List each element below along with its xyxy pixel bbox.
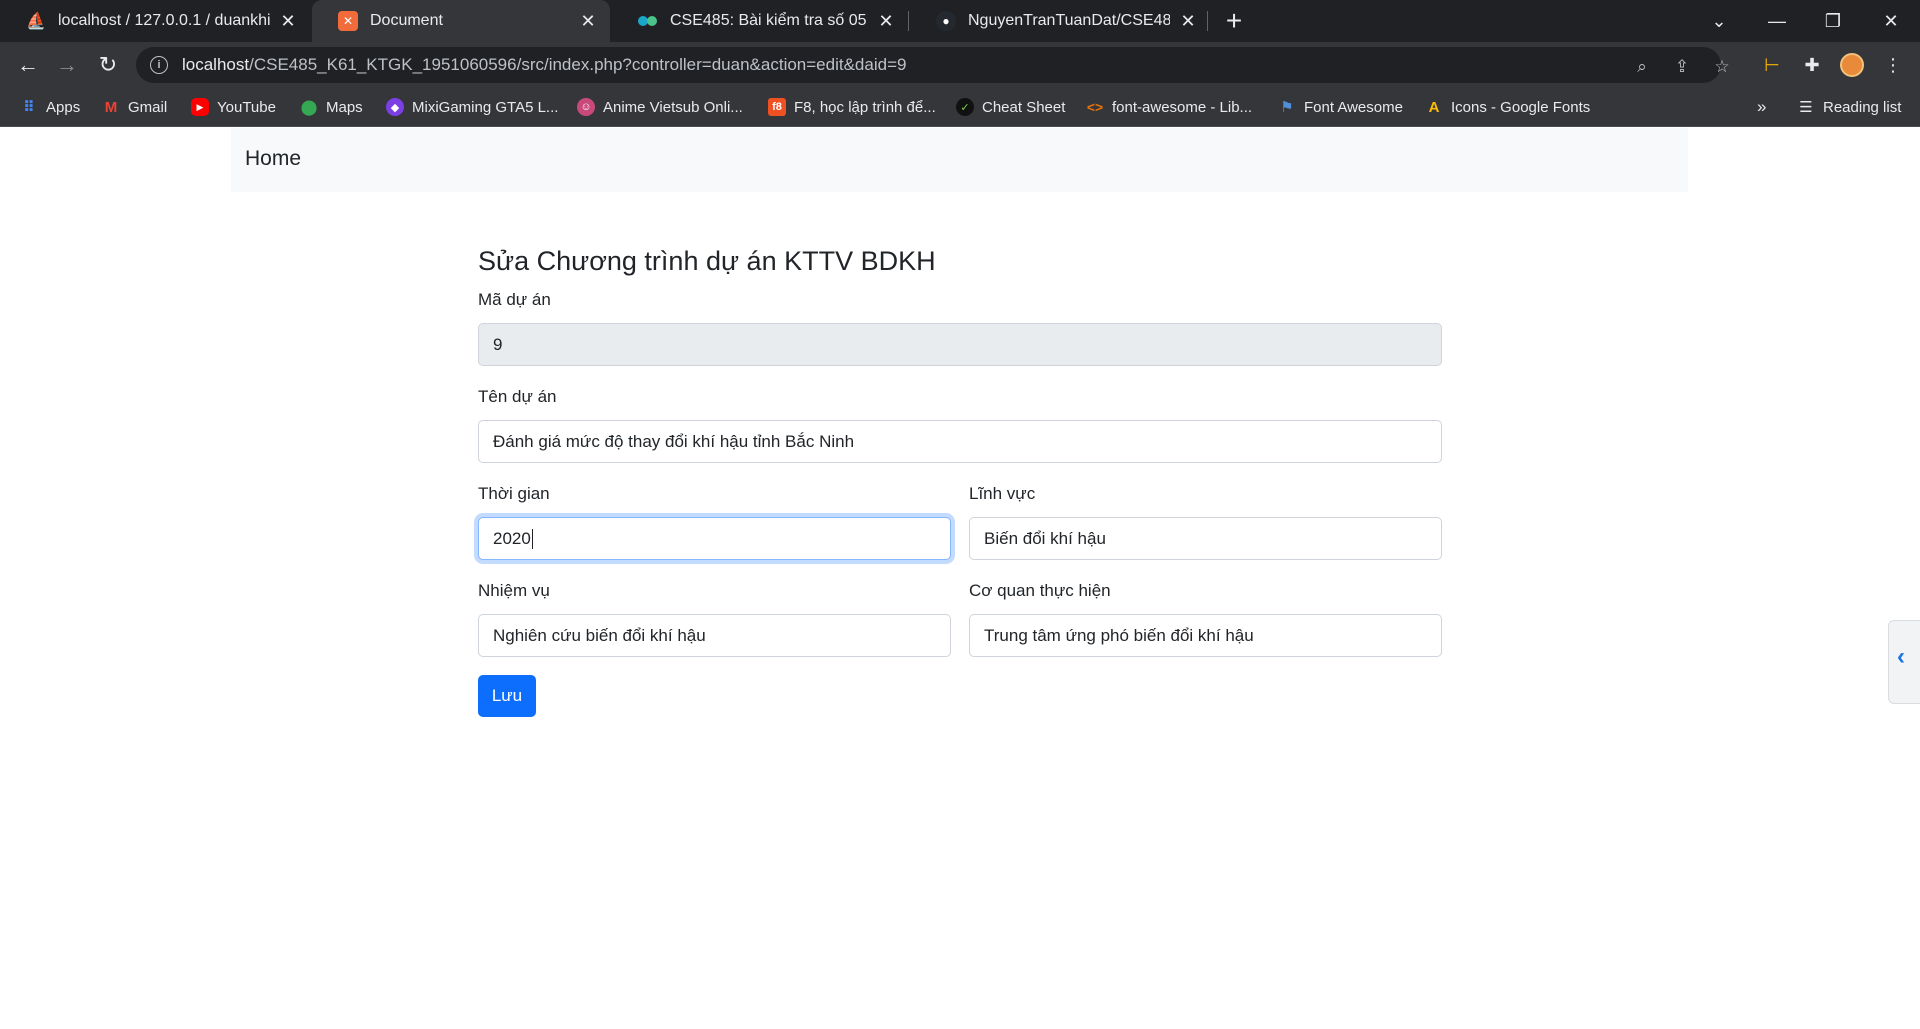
reading-list-icon: ☰ bbox=[1799, 99, 1813, 116]
ma-du-an-label: Mã dự án bbox=[478, 290, 551, 309]
close-tab-icon[interactable]: ✕ bbox=[578, 11, 598, 31]
bookmarks-overflow-button[interactable]: » bbox=[1757, 96, 1766, 118]
browser-toolbar: ← → ↻ i localhost/CSE485_K61_KTGK_195106… bbox=[0, 42, 1920, 88]
apps-grid-icon: ⠿ bbox=[23, 99, 35, 116]
navbar-brand-home[interactable]: Home bbox=[245, 147, 301, 171]
flag-icon: ⚑ bbox=[1280, 99, 1294, 116]
course-icon bbox=[638, 11, 658, 31]
linh-vuc-input[interactable]: Biến đổi khí hậu bbox=[969, 517, 1442, 560]
close-window-button[interactable]: ✕ bbox=[1866, 0, 1916, 42]
anime-icon: ☺ bbox=[577, 98, 595, 116]
bookmarks-bar: ⠿ Apps M Gmail ▶ YouTube ⬤ Maps ◆ MixiGa… bbox=[0, 88, 1920, 127]
close-tab-icon[interactable]: ✕ bbox=[1178, 11, 1198, 31]
profile-avatar[interactable] bbox=[1840, 53, 1864, 77]
bookmark-gmail[interactable]: M Gmail bbox=[102, 96, 167, 118]
ten-du-an-label: Tên dự án bbox=[478, 387, 557, 406]
mixigaming-icon: ◆ bbox=[386, 98, 404, 116]
github-icon: ● bbox=[936, 11, 956, 31]
bookmark-label: MixiGaming GTA5 L... bbox=[412, 98, 559, 116]
bookmark-label: Icons - Google Fonts bbox=[1451, 98, 1591, 116]
reading-list-button[interactable]: ☰ Reading list bbox=[1797, 96, 1901, 118]
nhiem-vu-input[interactable]: Nghiên cứu biến đổi khí hậu bbox=[478, 614, 951, 657]
bookmark-maps[interactable]: ⬤ Maps bbox=[300, 96, 363, 118]
co-quan-label: Cơ quan thực hiện bbox=[969, 581, 1111, 600]
bookmark-label: YouTube bbox=[217, 98, 276, 116]
tab-separator bbox=[1207, 11, 1208, 31]
bookmark-label: Font Awesome bbox=[1304, 98, 1403, 116]
restore-button[interactable]: ❐ bbox=[1808, 0, 1858, 42]
bookmark-anime[interactable]: ☺ Anime Vietsub Onli... bbox=[577, 96, 743, 118]
reading-list-label: Reading list bbox=[1823, 98, 1902, 116]
bookmark-label: Cheat Sheet bbox=[982, 98, 1066, 116]
bookmark-label: F8, học lập trình để... bbox=[794, 98, 936, 116]
back-button[interactable]: ← bbox=[12, 49, 44, 81]
zoom-icon[interactable]: ⌕ bbox=[1631, 56, 1653, 78]
bookmark-label: Apps bbox=[46, 98, 81, 116]
bookmark-label: Maps bbox=[326, 98, 363, 116]
bookmark-apps[interactable]: ⠿ Apps bbox=[20, 96, 80, 118]
xampp-icon: ✕ bbox=[338, 11, 358, 31]
bookmark-label: font-awesome - Lib... bbox=[1112, 98, 1253, 116]
menu-kebab-icon[interactable]: ⋮ bbox=[1880, 52, 1906, 78]
tab-github[interactable]: ● NguyenTranTuanDat/CSE485_K6 ✕ bbox=[910, 0, 1210, 42]
co-quan-input[interactable]: Trung tâm ứng phó biến đổi khí hậu bbox=[969, 614, 1442, 657]
code-icon: <> bbox=[1086, 99, 1104, 115]
tab-cse485[interactable]: CSE485: Bài kiểm tra số 05 (Dành ✕ bbox=[612, 0, 908, 42]
tab-title: localhost / 127.0.0.1 / duankhituc bbox=[58, 12, 270, 29]
bookmark-label: Gmail bbox=[128, 98, 168, 116]
address-url: localhost/CSE485_K61_KTGK_1951060596/src… bbox=[182, 55, 907, 74]
navbar: Home bbox=[231, 128, 1688, 192]
f8-icon: f8 bbox=[768, 98, 786, 116]
minimize-button[interactable]: — bbox=[1752, 0, 1802, 42]
cheatsheet-icon: ✓ bbox=[956, 98, 974, 116]
bookmark-mixigaming[interactable]: ◆ MixiGaming GTA5 L... bbox=[386, 96, 558, 118]
linh-vuc-label: Lĩnh vực bbox=[969, 484, 1036, 503]
maps-icon: ⬤ bbox=[300, 99, 318, 116]
new-tab-button[interactable]: + bbox=[1219, 5, 1249, 36]
thoi-gian-input[interactable]: 2020 bbox=[478, 517, 951, 560]
ten-du-an-input[interactable]: Đánh giá mức độ thay đổi khí hậu tỉnh Bắ… bbox=[478, 420, 1442, 463]
reload-button[interactable]: ↻ bbox=[92, 49, 124, 81]
bookmark-star-icon[interactable]: ☆ bbox=[1711, 56, 1733, 78]
tab-title: Document bbox=[370, 12, 443, 29]
phpmyadmin-icon: ⛵ bbox=[26, 13, 46, 30]
close-tab-icon[interactable]: ✕ bbox=[278, 11, 298, 31]
bookmark-font-awesome[interactable]: ⚑ Font Awesome bbox=[1278, 96, 1403, 118]
chevron-left-icon: ‹ bbox=[1897, 643, 1905, 670]
bookmark-google-fonts[interactable]: A Icons - Google Fonts bbox=[1425, 96, 1591, 118]
page-title: Sửa Chương trình dự án KTTV BDKH bbox=[478, 246, 936, 276]
share-icon[interactable]: ⇪ bbox=[1671, 56, 1693, 78]
thoi-gian-label: Thời gian bbox=[478, 484, 550, 503]
thoi-gian-value: 2020 bbox=[493, 528, 531, 548]
extensions-puzzle-icon[interactable]: ✚ bbox=[1799, 52, 1825, 78]
tab-title: CSE485: Bài kiểm tra số 05 (Dành bbox=[670, 12, 868, 29]
extension-icon[interactable]: ⊢ bbox=[1759, 52, 1785, 78]
bookmark-label: Anime Vietsub Onli... bbox=[603, 98, 743, 116]
save-button[interactable]: Lưu bbox=[478, 675, 536, 717]
tab-title: NguyenTranTuanDat/CSE485_K6 bbox=[968, 12, 1170, 29]
site-info-icon[interactable]: i bbox=[150, 56, 168, 74]
tab-separator bbox=[908, 11, 909, 31]
tab-phpmyadmin[interactable]: ⛵ localhost / 127.0.0.1 / duankhituc ✕ bbox=[0, 0, 310, 42]
bookmark-font-awesome-lib[interactable]: <> font-awesome - Lib... bbox=[1086, 96, 1252, 118]
close-tab-icon[interactable]: ✕ bbox=[876, 11, 896, 31]
address-bar[interactable]: i localhost/CSE485_K61_KTGK_1951060596/s… bbox=[136, 47, 1730, 83]
ma-du-an-input: 9 bbox=[478, 323, 1442, 366]
gmail-icon: M bbox=[104, 98, 118, 116]
google-fonts-icon: A bbox=[1428, 98, 1440, 116]
bookmark-youtube[interactable]: ▶ YouTube bbox=[191, 96, 276, 118]
tab-search-icon[interactable]: ⌄ bbox=[1694, 0, 1744, 42]
bookmark-f8[interactable]: f8 F8, học lập trình để... bbox=[768, 96, 936, 118]
side-panel-toggle[interactable]: ‹ bbox=[1888, 620, 1920, 704]
nhiem-vu-label: Nhiệm vụ bbox=[478, 581, 550, 600]
text-caret bbox=[531, 528, 533, 549]
browser-tab-strip: ⛵ localhost / 127.0.0.1 / duankhituc ✕ ✕… bbox=[0, 0, 1920, 42]
forward-button[interactable]: → bbox=[51, 49, 83, 81]
youtube-icon: ▶ bbox=[191, 98, 209, 116]
bookmark-cheat-sheet[interactable]: ✓ Cheat Sheet bbox=[956, 96, 1065, 118]
tab-document[interactable]: ✕ Document ✕ bbox=[312, 0, 610, 42]
